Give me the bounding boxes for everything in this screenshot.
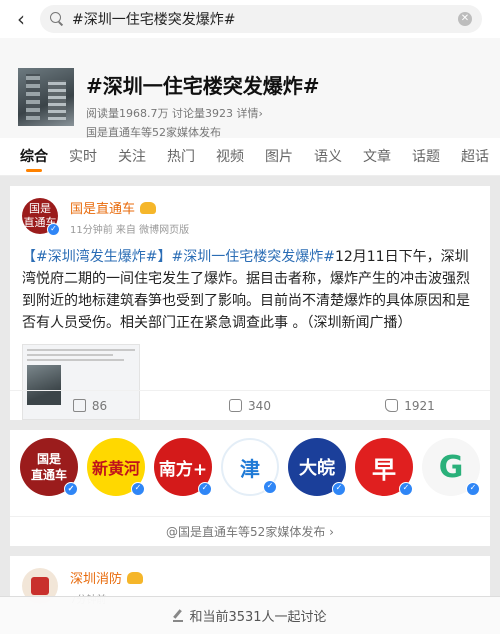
like-button[interactable]: 1921	[330, 399, 490, 413]
hashtag-link[interactable]: #深圳一住宅楼突发爆炸#	[171, 249, 334, 265]
thumbs-up-icon	[385, 399, 399, 412]
verified-icon: ✓	[399, 482, 413, 496]
media-logo-nanfang[interactable]: 南方+ ✓	[154, 438, 212, 496]
verified-icon: ✓	[332, 482, 346, 496]
fire-emblem-icon	[31, 577, 49, 595]
crown-icon	[127, 571, 144, 584]
media-logo-guoshi[interactable]: 国是 直通车 ✓	[20, 438, 78, 496]
repost-count: 86	[91, 398, 108, 413]
search-icon	[50, 12, 64, 26]
repost-icon	[72, 399, 86, 412]
chevron-left-icon: ‹	[17, 7, 25, 31]
search-header: ‹ #深圳一住宅楼突发爆炸# ✕	[0, 0, 500, 38]
clear-icon[interactable]: ✕	[458, 12, 472, 26]
verified-icon: ✓	[466, 482, 480, 496]
media-logo-text: 南方+	[158, 459, 208, 480]
verified-icon: ✓	[263, 480, 277, 494]
avatar[interactable]: 国是 直通车 ✓	[22, 198, 60, 236]
comment-button[interactable]: 340	[170, 399, 330, 413]
media-footer-link[interactable]: @国是直通车等52家媒体发布 ›	[10, 516, 490, 546]
media-logo-text: 国是 直通车	[30, 452, 67, 482]
comment-icon	[229, 399, 243, 412]
search-query: #深圳一住宅楼突发爆炸#	[72, 12, 236, 28]
post-author[interactable]: 国是直通车	[70, 198, 135, 217]
tab-bar: 综合 实时 关注 热门 视频 图片 语义 文章 话题 超话 地点	[0, 138, 500, 176]
pencil-icon	[173, 610, 184, 622]
media-logo-zao[interactable]: 早 ✓	[355, 438, 413, 496]
search-input[interactable]: #深圳一住宅楼突发爆炸# ✕	[40, 5, 482, 33]
tab-images[interactable]: 图片	[265, 138, 293, 175]
tab-articles[interactable]: 文章	[363, 138, 391, 175]
topic-thumbnail	[18, 68, 74, 126]
media-logo-text: 早	[372, 455, 396, 484]
tab-video[interactable]: 视频	[216, 138, 244, 175]
post-author[interactable]: 深圳消防	[70, 568, 122, 587]
verified-icon: ✓	[64, 482, 78, 496]
media-logo-dawan[interactable]: 大皖 ✓	[288, 438, 346, 496]
topic-stats[interactable]: 阅读量1968.7万 讨论量3923 详情›	[86, 105, 320, 121]
media-logo-text: 大皖	[299, 458, 335, 479]
tab-super-topics[interactable]: 超话	[461, 138, 489, 175]
media-logo-xinhuanghe[interactable]: 新黄河 ✓	[87, 438, 145, 496]
topic-header: #深圳一住宅楼突发爆炸# 阅读量1968.7万 讨论量3923 详情› 国是直通…	[0, 38, 500, 139]
join-discussion-text: 和当前3531人一起讨论	[189, 610, 327, 625]
hashtag-link[interactable]: 【#深圳湾发生爆炸#】	[22, 249, 171, 265]
tab-comprehensive[interactable]: 综合	[20, 138, 48, 175]
post-actions: 86 340 1921	[10, 390, 490, 420]
join-discussion-button[interactable]: 和当前3531人一起讨论	[0, 596, 500, 634]
verified-icon: ✓	[47, 223, 60, 236]
tab-hot[interactable]: 热门	[167, 138, 195, 175]
tab-semantic[interactable]: 语义	[314, 138, 342, 175]
repost-button[interactable]: 86	[10, 399, 170, 413]
post-time: 11分钟前 来自 微博网页版	[70, 225, 190, 236]
media-logo-text: G	[438, 449, 464, 485]
media-logo-jin[interactable]: 津 ✓	[221, 438, 279, 496]
media-logo-text: 津	[240, 456, 260, 481]
tab-topics[interactable]: 话题	[412, 138, 440, 175]
media-logo-g[interactable]: G ✓	[422, 438, 480, 496]
verified-icon: ✓	[131, 482, 145, 496]
topic-title: #深圳一住宅楼突发爆炸#	[86, 74, 320, 98]
like-count: 1921	[404, 398, 435, 413]
verified-icon: ✓	[198, 482, 212, 496]
tab-realtime[interactable]: 实时	[69, 138, 97, 175]
comment-count: 340	[248, 398, 271, 413]
media-logo-text: 新黄河	[91, 459, 140, 478]
back-button[interactable]: ‹	[8, 4, 34, 34]
crown-icon	[140, 201, 157, 214]
media-publishers-card: 国是 直通车 ✓ 新黄河 ✓ 南方+ ✓ 津 ✓ 大皖 ✓ 早 ✓ G ✓ @国…	[10, 430, 490, 546]
post-card: 国是 直通车 ✓ 国是直通车 11分钟前 来自 微博网页版 【#深圳湾发生爆炸#…	[10, 186, 490, 420]
post-text: 【#深圳湾发生爆炸#】#深圳一住宅楼突发爆炸#12月11日下午，深圳湾悦府二期的…	[10, 236, 490, 334]
tab-following[interactable]: 关注	[118, 138, 146, 175]
